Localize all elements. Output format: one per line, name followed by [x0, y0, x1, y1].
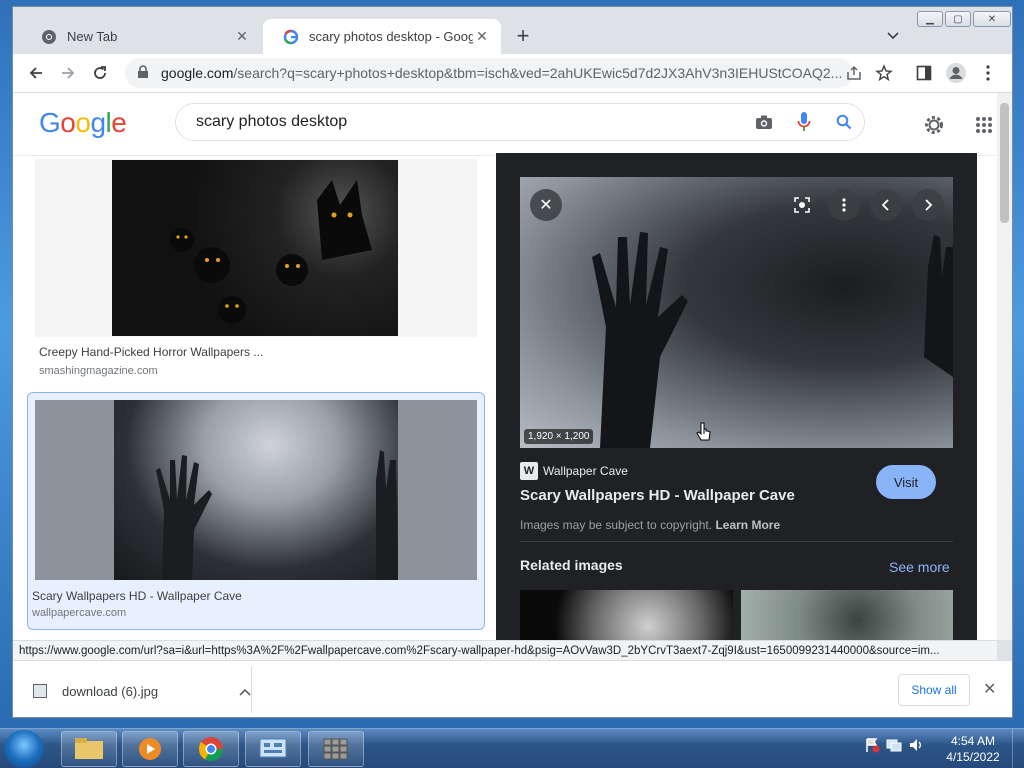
- visit-button[interactable]: Visit: [876, 465, 936, 499]
- settings-gear-icon[interactable]: [922, 113, 946, 137]
- wallpaper-cave-logo-icon: W: [520, 462, 538, 480]
- image-file-icon: [33, 684, 47, 698]
- close-tab-icon[interactable]: ✕: [473, 28, 491, 45]
- windows-taskbar: 4:54 AM 4/15/2022: [0, 728, 1024, 768]
- close-preview-button[interactable]: ✕: [530, 189, 562, 221]
- preview-title[interactable]: Scary Wallpapers HD - Wallpaper Cave: [520, 487, 795, 504]
- hands-behind-glass-image: [114, 400, 398, 580]
- address-bar[interactable]: google.com/search?q=scary+photos+desktop…: [125, 58, 853, 88]
- image-result-card[interactable]: Creepy Hand-Picked Horror Wallpapers ...…: [35, 159, 477, 383]
- related-image-thumbnail[interactable]: [741, 590, 953, 640]
- bookmark-star-icon[interactable]: [871, 60, 897, 86]
- next-chevron-icon[interactable]: [912, 189, 944, 221]
- start-button[interactable]: [4, 730, 44, 768]
- wolves-image: [112, 160, 398, 336]
- result-title[interactable]: Creepy Hand-Picked Horror Wallpapers ...: [39, 345, 263, 359]
- chrome-icon: [41, 29, 57, 45]
- address-url: google.com/search?q=scary+photos+desktop…: [161, 65, 843, 81]
- search-input[interactable]: scary photos desktop: [196, 113, 744, 131]
- page-scrollbar[interactable]: [997, 93, 1012, 640]
- tab-title: New Tab: [67, 29, 118, 44]
- source-site[interactable]: W Wallpaper Cave: [520, 462, 628, 480]
- result-source[interactable]: wallpapercave.com: [32, 607, 126, 619]
- result-thumbnail[interactable]: [35, 400, 477, 580]
- see-more-link[interactable]: See more: [889, 559, 950, 575]
- download-filename: download (6).jpg: [62, 683, 159, 699]
- learn-more-link[interactable]: Learn More: [715, 518, 780, 532]
- back-arrow-icon[interactable]: [23, 60, 49, 86]
- google-images-page: Google scary photos desktop Creepy Hand-…: [13, 93, 997, 640]
- app-grid-taskbar-icon[interactable]: [308, 731, 364, 767]
- status-link-url: https://www.google.com/url?sa=i&url=http…: [13, 640, 997, 660]
- result-thumbnail[interactable]: [35, 159, 477, 337]
- divider: [520, 541, 953, 542]
- google-logo[interactable]: Google: [39, 107, 127, 139]
- apps-grid-icon[interactable]: [972, 113, 996, 137]
- window-controls: ▁ ▢ ✕: [915, 11, 1011, 29]
- google-g-icon: [283, 29, 299, 45]
- divider: [251, 667, 252, 713]
- chrome-window: New Tab ✕ scary photos desktop - Google …: [12, 6, 1013, 718]
- result-title[interactable]: Scary Wallpapers HD - Wallpaper Cave: [32, 589, 242, 603]
- preview-image[interactable]: ✕ 1,920 × 1,200: [520, 177, 953, 448]
- image-dimensions: 1,920 × 1,200: [524, 429, 594, 444]
- maximize-button[interactable]: ▢: [945, 11, 971, 27]
- related-image-thumbnail[interactable]: [520, 590, 733, 640]
- new-tab-button[interactable]: +: [511, 25, 535, 47]
- network-icon[interactable]: [886, 737, 902, 753]
- minimize-button[interactable]: ▁: [917, 11, 943, 27]
- tab-google-search[interactable]: scary photos desktop - Google Search ✕: [263, 19, 501, 54]
- system-tray: [864, 737, 924, 753]
- tab-new-tab[interactable]: New Tab ✕: [21, 19, 261, 54]
- taskbar-clock[interactable]: 4:54 AM 4/15/2022: [940, 733, 1006, 765]
- close-download-bar-icon[interactable]: ✕: [983, 679, 996, 699]
- google-header: Google scary photos desktop: [13, 93, 997, 156]
- close-window-button[interactable]: ✕: [973, 11, 1011, 27]
- explorer-folder-icon[interactable]: [61, 731, 117, 767]
- clock-time: 4:54 AM: [950, 734, 996, 748]
- result-source[interactable]: smashingmagazine.com: [39, 365, 158, 377]
- share-icon[interactable]: [841, 60, 867, 86]
- browser-toolbar: google.com/search?q=scary+photos+desktop…: [13, 54, 1012, 93]
- clock-date: 4/15/2022: [946, 750, 1000, 764]
- previous-chevron-icon[interactable]: [870, 189, 902, 221]
- chrome-taskbar-icon[interactable]: [183, 731, 239, 767]
- tab-title: scary photos desktop - Google Search: [309, 29, 473, 44]
- browser-menu-icon[interactable]: [975, 60, 1001, 86]
- copyright-notice: Images may be subject to copyright. Lear…: [520, 518, 781, 532]
- chevron-up-icon[interactable]: [239, 684, 251, 699]
- volume-icon[interactable]: [908, 737, 924, 753]
- show-all-button[interactable]: Show all: [898, 674, 970, 706]
- lock-icon[interactable]: [137, 64, 151, 82]
- download-item[interactable]: download (6).jpg: [33, 675, 251, 707]
- mouse-cursor-hand-icon: [696, 422, 712, 449]
- control-panel-icon[interactable]: [245, 731, 301, 767]
- show-desktop-button[interactable]: [1012, 729, 1024, 768]
- close-tab-icon[interactable]: ✕: [233, 28, 251, 45]
- tab-search-chevron-icon[interactable]: [885, 27, 901, 43]
- microphone-icon[interactable]: [784, 110, 824, 134]
- camera-icon[interactable]: [744, 110, 784, 134]
- action-center-flag-icon[interactable]: [864, 737, 880, 753]
- image-preview-panel: ✕ 1,920 × 1,200 W Wallpaper Cave Scary W…: [496, 153, 977, 640]
- search-box[interactable]: scary photos desktop: [175, 103, 865, 141]
- search-icon[interactable]: [824, 110, 864, 134]
- forward-arrow-icon[interactable]: [55, 60, 81, 86]
- side-panel-icon[interactable]: [911, 60, 937, 86]
- lens-search-icon[interactable]: [786, 189, 818, 221]
- tab-strip: New Tab ✕ scary photos desktop - Google …: [13, 7, 1012, 54]
- download-bar: download (6).jpg Show all ✕: [13, 660, 1012, 717]
- media-player-icon[interactable]: [122, 731, 178, 767]
- profile-avatar-icon[interactable]: [943, 60, 969, 86]
- image-result-card-selected[interactable]: Scary Wallpapers HD - Wallpaper Cave wal…: [27, 392, 485, 630]
- reload-icon[interactable]: [87, 60, 113, 86]
- source-site-name: Wallpaper Cave: [543, 464, 628, 478]
- related-images-heading: Related images: [520, 557, 623, 573]
- scrollbar-thumb[interactable]: [1000, 103, 1009, 223]
- more-options-icon[interactable]: [828, 189, 860, 221]
